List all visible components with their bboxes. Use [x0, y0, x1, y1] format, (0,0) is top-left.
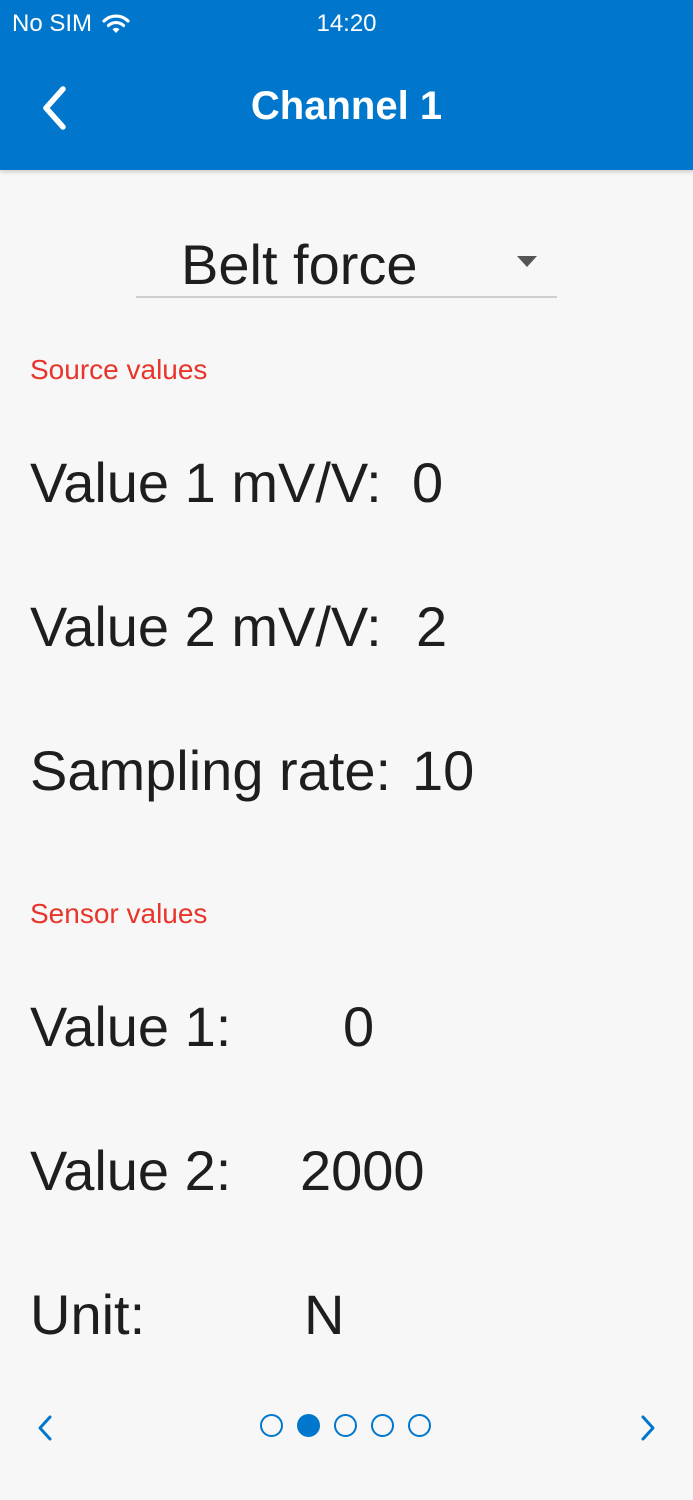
page-dot[interactable]	[334, 1414, 357, 1437]
page-dot[interactable]	[408, 1414, 431, 1437]
value2-mvv-value[interactable]: 2	[416, 594, 447, 659]
sampling-rate-value[interactable]: 10	[412, 738, 474, 803]
sensor-values-heading: Sensor values	[30, 898, 208, 929]
unit-label: Unit:	[30, 1283, 146, 1346]
value1-label: Value 1:	[30, 995, 232, 1058]
chevron-right-icon	[641, 1415, 655, 1441]
pager-prev-button[interactable]	[30, 1408, 60, 1448]
pager-next-button[interactable]	[633, 1408, 663, 1448]
page-indicator	[260, 1414, 431, 1437]
value1-mvv-value[interactable]: 0	[412, 450, 443, 515]
value2-mvv-label: Value 2 mV/V:	[30, 595, 382, 658]
value1-value[interactable]: 0	[343, 994, 374, 1059]
chevron-left-icon	[38, 1415, 52, 1441]
value2-label: Value 2:	[30, 1139, 232, 1202]
app-header: No SIM 14:20 Channel 1	[0, 0, 693, 170]
page-dot[interactable]	[260, 1414, 283, 1437]
value2-value[interactable]: 2000	[300, 1138, 425, 1203]
page-dot-active[interactable]	[297, 1414, 320, 1437]
select-value: Belt force	[181, 233, 418, 296]
unit-value[interactable]: N	[304, 1282, 344, 1347]
value1-mvv-label: Value 1 mV/V:	[30, 451, 382, 514]
sampling-rate-label: Sampling rate:	[30, 739, 392, 802]
page-dot[interactable]	[371, 1414, 394, 1437]
caret-down-icon	[517, 256, 537, 267]
status-time: 14:20	[316, 10, 377, 37]
sensor-type-select[interactable]: Belt force	[136, 222, 557, 298]
page-title: Channel 1	[250, 84, 443, 128]
source-values-heading: Source values	[30, 354, 208, 385]
